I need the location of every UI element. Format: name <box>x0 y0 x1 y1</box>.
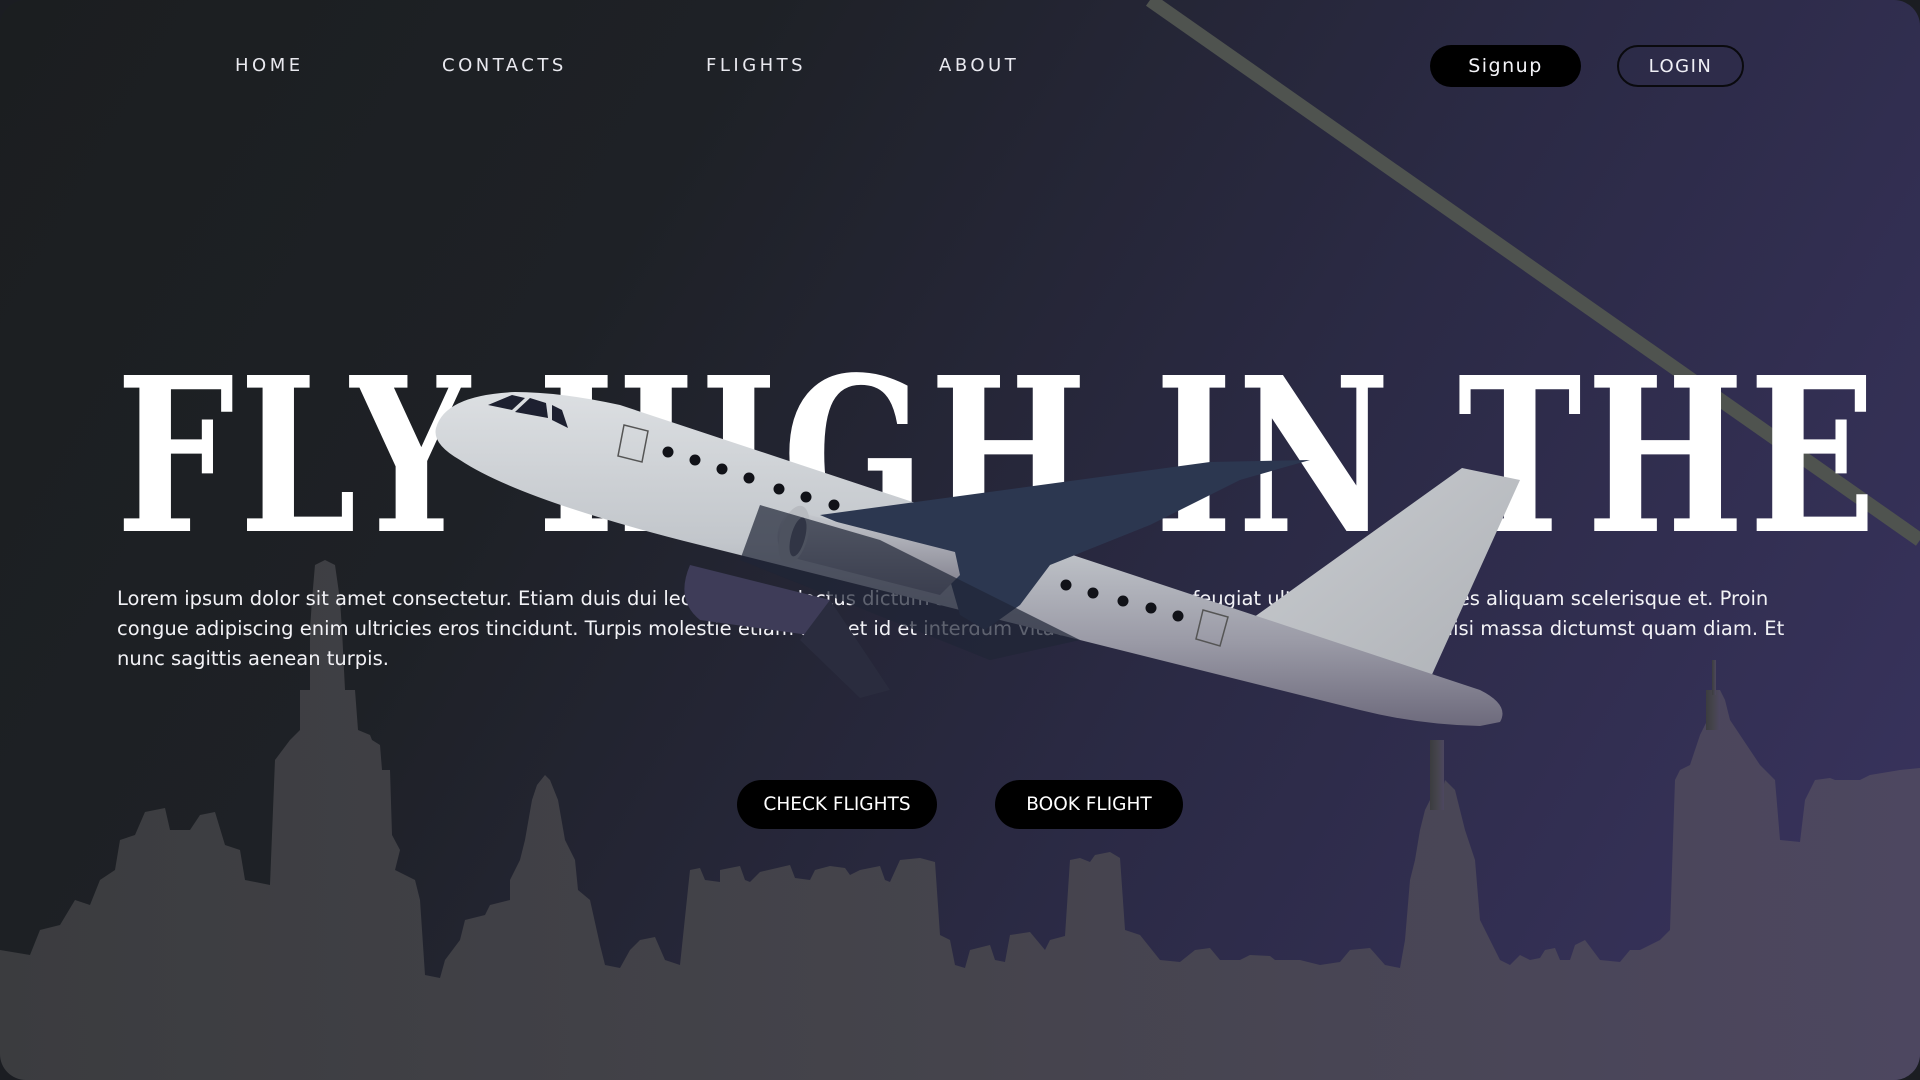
nav-link-home[interactable]: HOME <box>235 54 304 78</box>
nav-link-about[interactable]: ABOUT <box>939 54 1019 78</box>
hero-description: Lorem ipsum dolor sit amet consectetur. … <box>117 587 1785 670</box>
nav-link-flights[interactable]: FLIGHTS <box>706 54 806 78</box>
hero-title: FLY HIGH IN THE AIR <box>116 331 1920 582</box>
signup-button[interactable]: Signup <box>1430 45 1581 87</box>
check-flights-button[interactable]: CHECK FLIGHTS <box>737 780 937 829</box>
nav-link-contacts[interactable]: CONTACTS <box>442 54 567 78</box>
book-flight-button[interactable]: BOOK FLIGHT <box>995 780 1183 829</box>
top-navigation: HOME CONTACTS FLIGHTS ABOUT Signup LOGIN <box>0 0 1920 132</box>
landing-page: HOME CONTACTS FLIGHTS ABOUT Signup LOGIN… <box>0 0 1920 1080</box>
login-button[interactable]: LOGIN <box>1617 45 1744 87</box>
